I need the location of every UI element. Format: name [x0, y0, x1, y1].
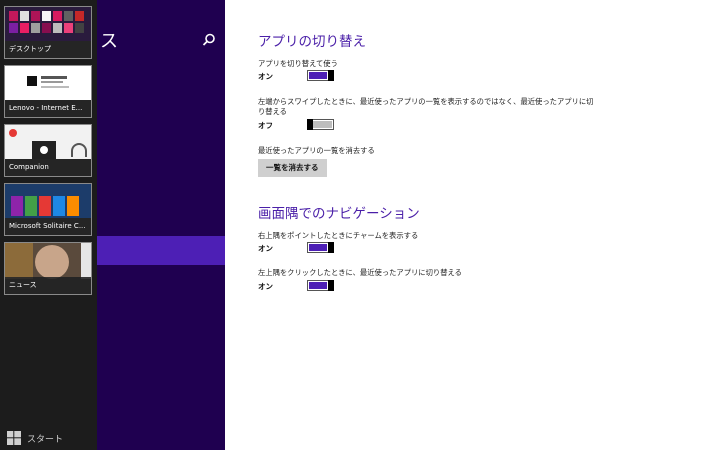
- lenovo-thumbnail-image: [5, 66, 91, 100]
- app-thumbnail-solitaire[interactable]: Microsoft Solitaire C...: [4, 183, 92, 236]
- toggle-charms-corner[interactable]: [307, 242, 334, 253]
- nav-item-selected[interactable]: [97, 236, 225, 265]
- companion-thumbnail-image: [5, 125, 91, 159]
- app-thumbnail-label: ニュース: [5, 277, 91, 294]
- start-button[interactable]: スタート: [7, 431, 63, 445]
- settings-nav-pane: ス: [97, 0, 225, 450]
- desktop-thumbnail-image: [5, 7, 91, 41]
- toggle-swipe-switch[interactable]: [307, 119, 334, 130]
- setting-label-recent-app-corner: 左上隅をクリックしたときに、最近使ったアプリに切り替える: [258, 268, 462, 277]
- toggle-recent-app-corner[interactable]: [307, 280, 334, 291]
- app-switcher: デスクトップ Lenovo - Internet E... Companion …: [0, 0, 97, 450]
- setting-label-charms-corner: 右上隅をポイントしたときにチャームを表示する: [258, 231, 419, 240]
- setting-state-recent-app-corner: オン: [258, 282, 273, 291]
- app-thumbnail-lenovo[interactable]: Lenovo - Internet E...: [4, 65, 92, 118]
- app-thumbnail-label: Microsoft Solitaire C...: [5, 218, 91, 235]
- start-label: スタート: [27, 434, 64, 445]
- setting-state-swipe-switch: オフ: [258, 121, 273, 130]
- app-thumbnail-desktop[interactable]: デスクトップ: [4, 6, 92, 59]
- news-thumbnail-image: [5, 243, 91, 279]
- setting-state-app-switching: オン: [258, 72, 273, 81]
- settings-content: アプリの切り替え アプリを切り替えて使う オン 左端からスワイプしたときに、最近…: [258, 0, 708, 450]
- toggle-app-switching[interactable]: [307, 70, 334, 81]
- app-thumbnail-companion[interactable]: Companion: [4, 124, 92, 177]
- section-title-app-switching: アプリの切り替え: [258, 34, 366, 50]
- solitaire-thumbnail-image: [5, 184, 91, 218]
- setting-state-charms-corner: オン: [258, 244, 273, 253]
- windows-logo-icon: [7, 431, 21, 445]
- setting-label-swipe-switch: 左端からスワイプしたときに、最近使ったアプリの一覧を表示するのではなく、最近使っ…: [258, 97, 594, 116]
- setting-label-app-switching: アプリを切り替えて使う: [258, 59, 338, 68]
- search-icon[interactable]: [202, 33, 216, 47]
- setting-label-clear-list: 最近使ったアプリの一覧を消去する: [258, 146, 375, 155]
- app-thumbnail-label: Lenovo - Internet E...: [5, 100, 91, 117]
- clear-list-button[interactable]: 一覧を消去する: [258, 159, 327, 177]
- app-thumbnail-label: デスクトップ: [5, 41, 91, 58]
- app-thumbnail-news[interactable]: ニュース: [4, 242, 92, 295]
- section-title-corner-navigation: 画面隅でのナビゲーション: [258, 206, 420, 222]
- pane-title: ス: [100, 31, 118, 52]
- app-thumbnail-label: Companion: [5, 159, 91, 176]
